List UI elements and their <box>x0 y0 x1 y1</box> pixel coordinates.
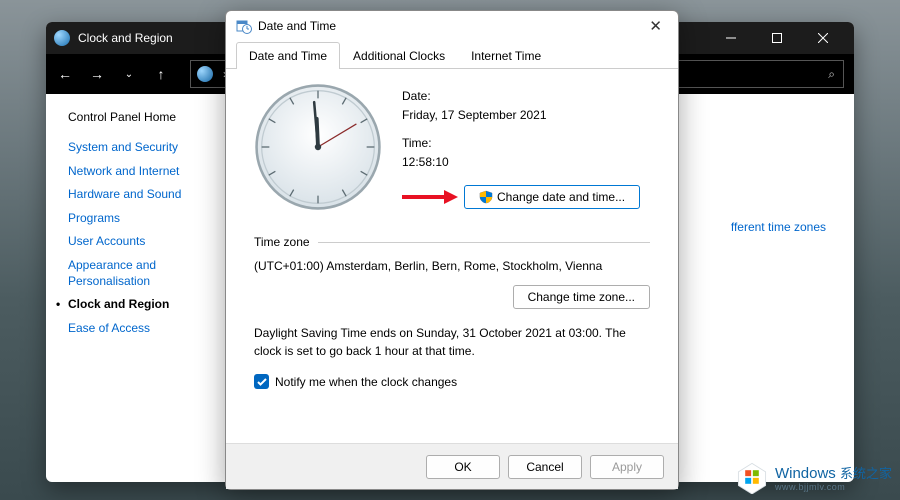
divider <box>318 242 650 243</box>
control-panel-home-link[interactable]: Control Panel Home <box>68 110 204 124</box>
sidebar-item-programs[interactable]: Programs <box>68 211 204 227</box>
sidebar-item-hardware-sound[interactable]: Hardware and Sound <box>68 187 204 203</box>
nav-up-button[interactable]: ↑ <box>152 66 170 82</box>
date-time-dialog: Date and Time ✕ Date and Time Additional… <box>225 10 679 490</box>
dialog-body: Date: Friday, 17 September 2021 Time: 12… <box>226 69 678 443</box>
change-timezone-button[interactable]: Change time zone... <box>513 285 650 309</box>
notify-checkbox[interactable] <box>254 374 269 389</box>
watermark-brand: Windows <box>775 465 836 482</box>
address-icon <box>197 66 213 82</box>
minimize-button[interactable] <box>708 22 754 54</box>
nav-recent-button[interactable]: ⌄ <box>120 69 138 80</box>
close-button[interactable] <box>800 22 846 54</box>
dialog-titlebar: Date and Time ✕ <box>226 11 678 41</box>
tab-internet-time[interactable]: Internet Time <box>458 42 554 69</box>
sidebar-item-network-internet[interactable]: Network and Internet <box>68 164 204 180</box>
sidebar-item-appearance[interactable]: Appearance and Personalisation <box>68 258 204 289</box>
search-box[interactable]: ⌕ <box>664 60 844 88</box>
dialog-close-button[interactable]: ✕ <box>643 17 668 35</box>
dialog-footer: OK Cancel Apply <box>226 443 678 489</box>
nav-back-button[interactable]: ← <box>56 66 74 82</box>
ok-button[interactable]: OK <box>426 455 500 479</box>
sidebar-item-user-accounts[interactable]: User Accounts <box>68 234 204 250</box>
dst-info: Daylight Saving Time ends on Sunday, 31 … <box>254 325 650 360</box>
cancel-button[interactable]: Cancel <box>508 455 582 479</box>
sidebar-item-clock-region[interactable]: Clock and Region <box>68 297 204 313</box>
maximize-button[interactable] <box>754 22 800 54</box>
watermark-logo-icon <box>735 460 769 494</box>
date-label: Date: <box>402 87 650 106</box>
tab-date-and-time[interactable]: Date and Time <box>236 42 340 69</box>
notify-label: Notify me when the clock changes <box>275 375 457 389</box>
change-date-time-button[interactable]: Change date and time... <box>464 185 640 209</box>
analog-clock <box>254 83 382 211</box>
uac-shield-icon <box>479 190 493 204</box>
parent-window-title: Clock and Region <box>78 31 173 45</box>
annotation-arrow-icon <box>402 190 458 204</box>
change-timezone-label: Change time zone... <box>528 290 635 304</box>
watermark-text: Windows 系统之家 www.bjjmlv.com <box>775 463 892 492</box>
tab-additional-clocks[interactable]: Additional Clocks <box>340 42 458 69</box>
dialog-title: Date and Time <box>258 19 336 33</box>
sidebar-item-system-security[interactable]: System and Security <box>68 140 204 156</box>
search-icon: ⌕ <box>828 67 835 82</box>
control-panel-icon <box>54 30 70 46</box>
watermark-url: www.bjjmlv.com <box>775 482 892 492</box>
date-value: Friday, 17 September 2021 <box>402 106 650 125</box>
time-label: Time: <box>402 134 650 153</box>
watermark-cn: 系统之家 <box>840 466 892 481</box>
timezone-heading: Time zone <box>254 235 310 249</box>
time-value: 12:58:10 <box>402 153 650 172</box>
change-date-time-label: Change date and time... <box>497 188 625 207</box>
tab-strip: Date and Time Additional Clocks Internet… <box>226 41 678 69</box>
watermark: Windows 系统之家 www.bjjmlv.com <box>735 460 892 494</box>
apply-button[interactable]: Apply <box>590 455 664 479</box>
date-time-icon <box>236 18 252 34</box>
sidebar-item-ease-of-access[interactable]: Ease of Access <box>68 321 204 337</box>
sidebar: Control Panel Home System and Security N… <box>46 94 214 482</box>
nav-forward-button[interactable]: → <box>88 66 106 82</box>
timezone-value: (UTC+01:00) Amsterdam, Berlin, Bern, Rom… <box>254 259 650 273</box>
